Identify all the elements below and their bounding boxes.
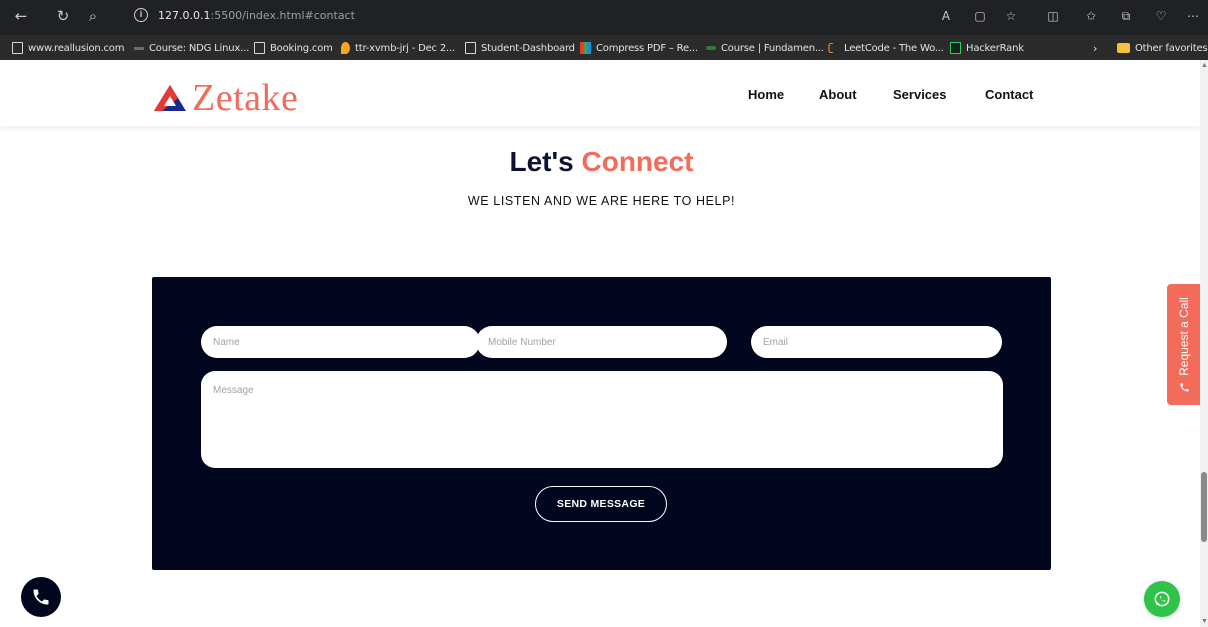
read-aloud-icon[interactable]: A (936, 6, 956, 26)
bookmark-student-dashboard[interactable]: Student-Dashboard (465, 40, 575, 56)
name-input[interactable] (201, 326, 480, 358)
hackerrank-icon (950, 42, 961, 54)
contact-form-panel: SEND MESSAGE (152, 277, 1051, 570)
chevron-right-icon[interactable]: › (1093, 40, 1097, 56)
meet-icon (341, 42, 350, 54)
logo-triangle-icon (154, 85, 186, 111)
bookmark-compress-pdf[interactable]: Compress PDF – Re... (580, 40, 698, 56)
more-menu-icon[interactable]: ⋯ (1183, 6, 1203, 26)
whatsapp-button[interactable] (1144, 581, 1180, 617)
phone-icon (1179, 382, 1188, 391)
scrollbar-thumb[interactable] (1201, 472, 1207, 542)
immersive-reader-icon[interactable]: ▢ (970, 6, 990, 26)
site-logo[interactable]: Zetake (152, 78, 298, 118)
collections-icon[interactable]: ⧉ (1116, 6, 1136, 26)
request-call-label: Request a Call (1176, 296, 1191, 376)
whatsapp-icon (1154, 591, 1170, 607)
page-icon (12, 42, 23, 54)
url-text[interactable]: 127.0.0.1:5500/index.html#contact (158, 9, 355, 22)
refresh-icon[interactable]: ↻ (52, 5, 74, 27)
favorites-icon[interactable]: ✩ (1081, 6, 1101, 26)
bookmark-meet[interactable]: ttr-xvmb-jrj - Dec 2... (341, 40, 455, 56)
bookmarks-bar: www.reallusion.com Course: NDG Linux... … (0, 35, 1208, 60)
heart-icon[interactable]: ♡ (1151, 6, 1171, 26)
favorite-star-icon[interactable]: ☆ (1001, 6, 1021, 26)
phone-icon (33, 589, 49, 605)
page-icon (254, 42, 265, 54)
scroll-down-arrow-icon[interactable]: ▼ (1201, 618, 1208, 625)
nav-home[interactable]: Home (748, 87, 784, 102)
site-info-icon[interactable]: i (134, 8, 148, 22)
bookmark-reallusion[interactable]: www.reallusion.com (12, 40, 124, 56)
message-textarea[interactable] (201, 371, 1003, 468)
site-header: Zetake Home About Services Contact (0, 60, 1200, 126)
address-bar[interactable]: i 127.0.0.1:5500/index.html#contact (118, 5, 1036, 27)
email-input[interactable] (751, 326, 1002, 358)
nav-contact[interactable]: Contact (985, 87, 1033, 102)
mobile-number-input[interactable] (476, 326, 727, 358)
back-arrow-icon[interactable]: ← (10, 5, 32, 27)
search-icon[interactable]: ⌕ (82, 5, 104, 27)
bookmark-course-fundamentals[interactable]: Course | Fundamen... (706, 40, 824, 56)
split-screen-icon[interactable]: ◫ (1043, 6, 1063, 26)
page-title: Let's Connect (509, 146, 694, 177)
call-button[interactable] (21, 577, 61, 617)
leetcode-icon: ʗ (828, 41, 834, 54)
nav-about[interactable]: About (819, 87, 857, 102)
course-icon (134, 46, 144, 50)
bookmark-other-favorites[interactable]: Other favorites (1117, 40, 1208, 56)
page-viewport: Zetake Home About Services Contact Let's… (0, 60, 1200, 627)
pdf-icon (580, 42, 591, 54)
scroll-up-arrow-icon[interactable]: ▲ (1201, 62, 1208, 69)
send-message-button[interactable]: SEND MESSAGE (535, 486, 667, 522)
folder-icon (1117, 43, 1130, 53)
bookmark-hackerrank[interactable]: HackerRank (950, 40, 1024, 56)
bookmark-leetcode[interactable]: ʗ LeetCode - The Wo... (828, 40, 944, 56)
nav-services[interactable]: Services (893, 87, 947, 102)
page-icon (465, 42, 476, 54)
bookmark-booking[interactable]: Booking.com (254, 40, 333, 56)
page-subtitle: WE LISTEN AND WE ARE HERE TO HELP! (467, 194, 736, 208)
request-call-tab[interactable]: Request a Call (1167, 284, 1200, 405)
browser-toolbar: ← ↻ ⌕ i 127.0.0.1:5500/index.html#contac… (0, 0, 1208, 35)
page-scrollbar[interactable]: ▲ ▼ (1200, 60, 1208, 627)
course-icon (706, 46, 716, 50)
bookmark-ndg-linux[interactable]: Course: NDG Linux... (134, 40, 249, 56)
logo-text: Zetake (192, 77, 299, 119)
